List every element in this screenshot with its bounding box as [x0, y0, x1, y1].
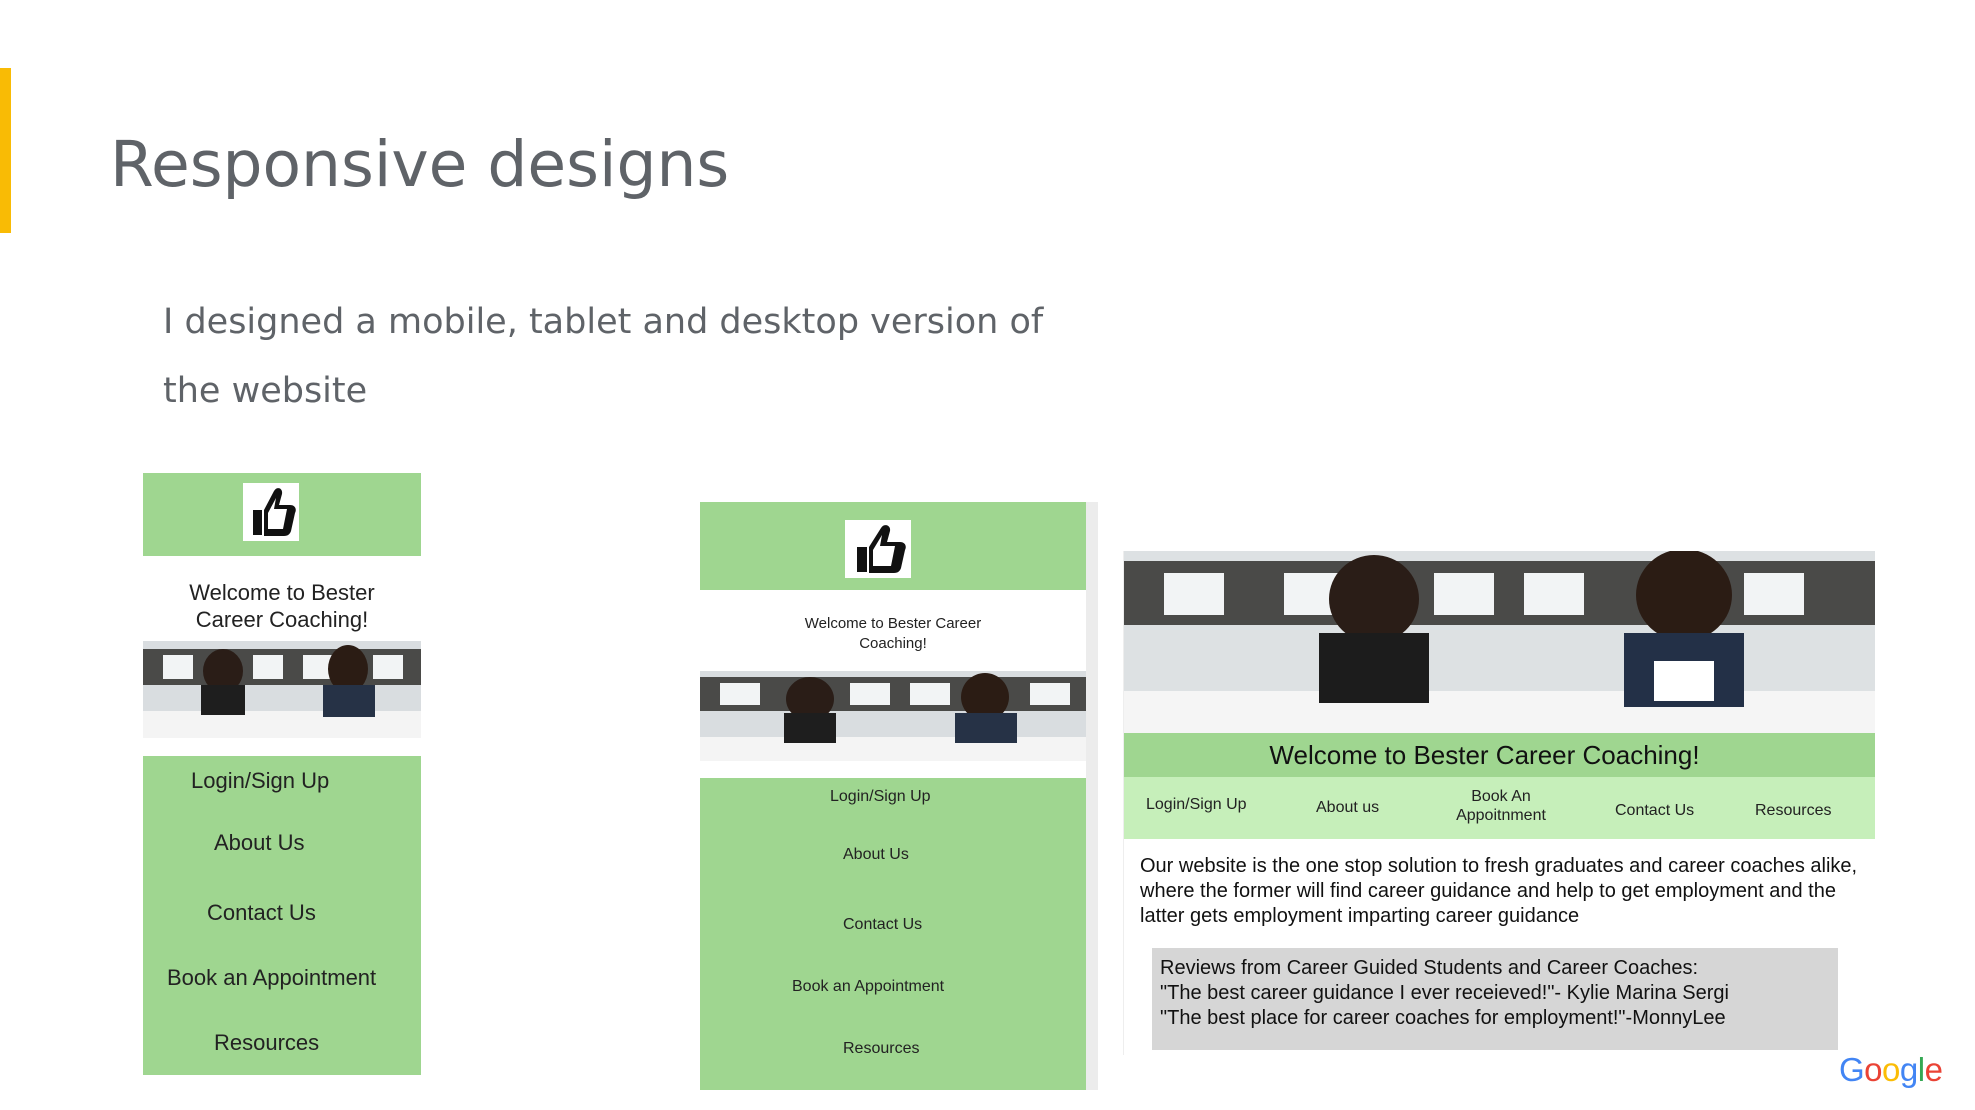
mobile-nav-contact[interactable]: Contact Us — [207, 900, 316, 926]
tablet-welcome-text: Welcome to Bester Career Coaching! — [804, 615, 982, 652]
thumbs-up-icon — [243, 483, 299, 541]
tablet-nav-resources[interactable]: Resources — [843, 1040, 919, 1058]
tablet-nav-contact[interactable]: Contact Us — [843, 916, 922, 934]
mobile-welcome-text: Welcome to Bester Career Coaching! — [189, 580, 375, 632]
google-logo: Google — [1839, 1051, 1943, 1088]
tablet-nav: Login/Sign Up About Us Contact Us Book a… — [700, 778, 1086, 1090]
mobile-nav-about[interactable]: About Us — [214, 830, 305, 856]
desktop-about-text: Our website is the one stop solution to … — [1140, 855, 1858, 927]
slide-body: I designed a mobile, tablet and desktop … — [163, 302, 1044, 411]
tablet-nav-book[interactable]: Book an Appointment — [792, 978, 944, 996]
desktop-hero-photo — [1124, 551, 1875, 733]
thumbs-up-icon — [845, 520, 911, 578]
tablet-nav-login[interactable]: Login/Sign Up — [830, 788, 931, 806]
mobile-nav-book[interactable]: Book an Appointment — [167, 965, 376, 991]
mobile-hero-photo — [143, 641, 421, 738]
mobile-nav-login[interactable]: Login/Sign Up — [191, 768, 329, 794]
desktop-reviews-box: Reviews from Career Guided Students and … — [1152, 948, 1838, 1050]
tablet-hero-photo — [700, 671, 1086, 761]
tablet-header — [700, 502, 1086, 590]
review-item: "The best place for career coaches for e… — [1160, 1007, 1726, 1029]
mobile-mockup: Welcome to Bester Career Coaching! Login… — [143, 473, 421, 1075]
desktop-nav-about[interactable]: About us — [1316, 798, 1379, 817]
desktop-nav: Login/Sign Up About us Book An Appoitnme… — [1124, 777, 1875, 839]
slide-title: Responsive designs — [110, 128, 730, 201]
desktop-welcome-banner: Welcome to Bester Career Coaching! — [1124, 733, 1875, 777]
tablet-nav-about[interactable]: About Us — [843, 846, 909, 864]
accent-bar — [0, 68, 11, 233]
mobile-nav: Login/Sign Up About Us Contact Us Book a… — [143, 756, 421, 1075]
desktop-nav-resources[interactable]: Resources — [1755, 801, 1831, 820]
desktop-nav-book[interactable]: Book An Appoitnment — [1441, 787, 1561, 825]
mobile-nav-resources[interactable]: Resources — [214, 1030, 319, 1056]
tablet-frame-edge — [1086, 502, 1098, 1090]
desktop-nav-contact[interactable]: Contact Us — [1615, 801, 1694, 820]
desktop-mockup: Welcome to Bester Career Coaching! Login… — [1123, 551, 1875, 1055]
review-item: "The best career guidance I ever receiev… — [1160, 982, 1729, 1004]
desktop-nav-login[interactable]: Login/Sign Up — [1146, 795, 1247, 814]
tablet-mockup: Welcome to Bester Career Coaching! Login… — [700, 502, 1098, 1090]
mobile-header — [143, 473, 421, 556]
reviews-title: Reviews from Career Guided Students and … — [1160, 957, 1699, 979]
